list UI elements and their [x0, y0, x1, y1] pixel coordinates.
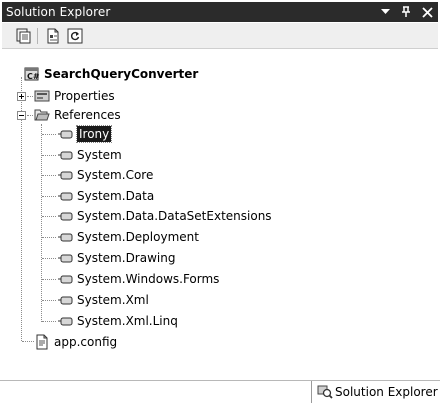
open-folder-icon	[34, 107, 50, 123]
pin-icon[interactable]	[400, 6, 412, 18]
tree-connector	[42, 196, 56, 198]
tree-connector	[22, 341, 34, 343]
tree-connector	[42, 258, 56, 260]
reference-icon	[57, 126, 73, 142]
reference-label: Irony	[75, 125, 113, 143]
tree-connector	[42, 279, 56, 281]
properties-folder-icon	[34, 88, 50, 104]
file-label: app.config	[54, 335, 118, 349]
collapse-references-toggle[interactable]	[17, 111, 26, 120]
properties-label: Properties	[54, 89, 115, 103]
close-icon[interactable]	[421, 6, 433, 18]
horizontal-scroll-area	[2, 366, 438, 380]
bottom-tab-strip: Solution Explorer	[0, 380, 440, 403]
tree-connector	[27, 96, 33, 98]
reference-item[interactable]: System.Core	[57, 166, 153, 184]
reference-label: System.Xml.Linq	[77, 314, 178, 328]
reference-label: System.Windows.Forms	[77, 272, 220, 286]
tree-connector	[27, 115, 33, 117]
reference-icon	[57, 167, 73, 183]
reference-item[interactable]: System.Drawing	[57, 249, 175, 267]
reference-icon	[57, 292, 73, 308]
reference-item[interactable]: System	[57, 146, 122, 164]
reference-item[interactable]: System.Deployment	[57, 228, 199, 246]
toolbar	[2, 23, 438, 49]
tree-connector	[42, 216, 56, 218]
reference-item[interactable]: Irony	[57, 125, 113, 143]
solution-explorer-panel: Solution Explorer C# SearchQueryConverte…	[0, 0, 440, 403]
dropdown-arrow-icon[interactable]	[379, 6, 391, 18]
reference-label: System.Core	[77, 168, 154, 182]
panel-title: Solution Explorer	[6, 5, 111, 19]
reference-label: System.Drawing	[77, 251, 176, 265]
tree-connector	[42, 155, 56, 157]
toolbar-separator	[37, 27, 38, 44]
solution-explorer-icon	[317, 384, 333, 400]
solution-tree: C# SearchQueryConverter Properties Refer…	[2, 50, 438, 366]
reference-icon	[57, 313, 73, 329]
tab-label: Solution Explorer	[335, 385, 438, 399]
reference-item[interactable]: System.Data	[57, 187, 154, 205]
properties-icon[interactable]	[44, 27, 62, 45]
expand-properties-toggle[interactable]	[17, 92, 26, 101]
tree-connector	[42, 175, 56, 177]
tree-item-references[interactable]: References	[34, 106, 121, 124]
config-file-icon	[34, 334, 50, 350]
reference-item[interactable]: System.Data.DataSetExtensions	[57, 207, 272, 225]
show-all-files-icon[interactable]	[14, 27, 32, 45]
reference-icon	[57, 250, 73, 266]
reference-item[interactable]: System.Xml.Linq	[57, 312, 178, 330]
reference-label: System.Xml	[77, 293, 149, 307]
reference-icon	[57, 188, 73, 204]
reference-label: System.Deployment	[77, 230, 199, 244]
refresh-icon[interactable]	[66, 27, 84, 45]
tree-connector	[42, 134, 56, 136]
panel-title-bar: Solution Explorer	[2, 2, 438, 22]
tree-connector	[42, 321, 56, 323]
references-label: References	[54, 108, 121, 122]
tree-item-project[interactable]: C# SearchQueryConverter	[24, 65, 198, 83]
tree-connector	[41, 124, 43, 322]
csharp-project-icon: C#	[24, 66, 40, 82]
reference-label: System.Data.DataSetExtensions	[77, 209, 272, 223]
project-label: SearchQueryConverter	[44, 67, 199, 81]
reference-item[interactable]: System.Xml	[57, 291, 149, 309]
reference-label: System.Data	[77, 189, 155, 203]
tree-connector	[42, 300, 56, 302]
reference-icon	[57, 208, 73, 224]
tree-item-app-config[interactable]: app.config	[34, 333, 117, 351]
svg-text:C#: C#	[27, 72, 40, 81]
reference-icon	[57, 229, 73, 245]
tree-connector	[42, 237, 56, 239]
tab-solution-explorer[interactable]: Solution Explorer	[311, 381, 440, 403]
reference-icon	[57, 271, 73, 287]
reference-label: System	[77, 148, 122, 162]
tree-item-properties[interactable]: Properties	[34, 87, 115, 105]
reference-item[interactable]: System.Windows.Forms	[57, 270, 219, 288]
reference-icon	[57, 147, 73, 163]
